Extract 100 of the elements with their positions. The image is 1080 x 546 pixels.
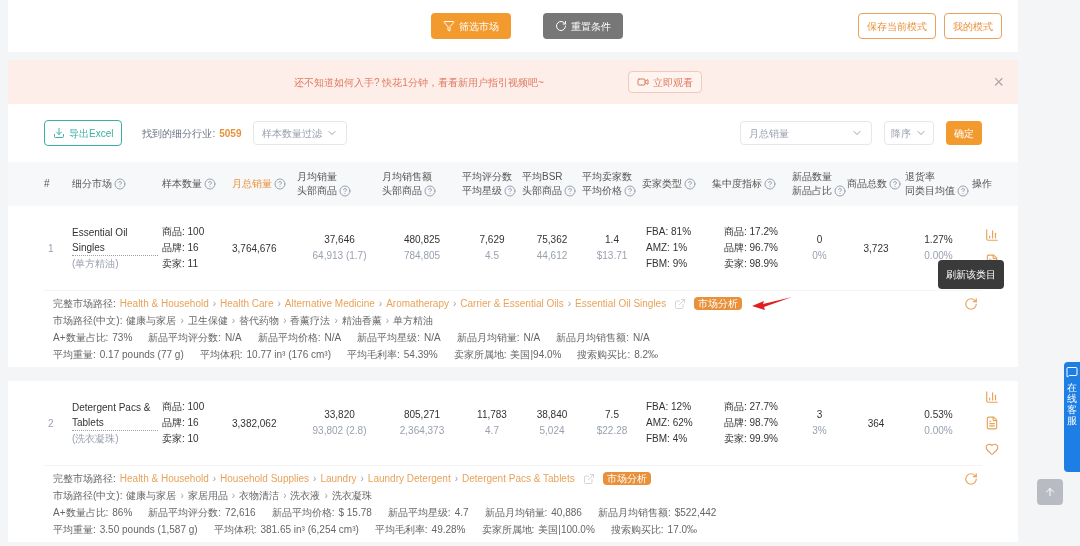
breadcrumb-link[interactable]: Health & Household bbox=[119, 470, 209, 487]
concentration-value: 商品: 17.2% bbox=[724, 225, 779, 239]
market-name-cn: (单方精油) bbox=[72, 257, 120, 271]
stat-value: N/A bbox=[424, 331, 441, 345]
metric-value: 37,646 bbox=[324, 233, 355, 247]
sort-order-select[interactable]: 降序 bbox=[884, 121, 934, 145]
sample-count: 商品: 100 bbox=[162, 225, 206, 239]
return-rate: 0.53% bbox=[924, 408, 953, 422]
refresh-icon[interactable] bbox=[964, 471, 978, 486]
column-header: 操作 bbox=[972, 177, 993, 191]
breadcrumb-link[interactable]: Carrier & Essential Oils bbox=[460, 295, 564, 312]
mode-button[interactable]: 保存当前模式 bbox=[858, 13, 936, 39]
filter-button[interactable]: 筛选市场 bbox=[431, 13, 511, 39]
market-name-cn: (洗衣凝珠) bbox=[72, 432, 120, 446]
breadcrumb-link[interactable]: Laundry bbox=[320, 470, 357, 487]
metric-subvalue: 784,805 bbox=[403, 249, 441, 263]
chart-icon[interactable] bbox=[985, 390, 999, 404]
market-name[interactable]: Essential Oil Singles bbox=[72, 225, 158, 256]
support-label: 在线客服 bbox=[1067, 382, 1077, 426]
breadcrumb-separator: › bbox=[231, 314, 236, 328]
breadcrumb-link[interactable]: Household Supplies bbox=[220, 470, 310, 487]
stat-label: 搜索购买比: bbox=[610, 523, 664, 537]
filter-button[interactable]: 重置条件 bbox=[543, 13, 623, 39]
breadcrumb-separator: › bbox=[277, 297, 281, 311]
concentration-value: 品牌: 96.7% bbox=[724, 241, 779, 255]
back-to-top-button[interactable] bbox=[1037, 479, 1063, 505]
breadcrumb-item: 香薰疗法 bbox=[290, 314, 331, 328]
stat-value: N/A bbox=[632, 331, 650, 345]
metric-value: 75,362 bbox=[536, 233, 568, 247]
path-label: 完整市场路径: bbox=[53, 297, 116, 311]
breadcrumb-link[interactable]: Aromatherapy bbox=[386, 295, 449, 312]
arrow-up-icon bbox=[1044, 486, 1056, 498]
external-link-icon[interactable] bbox=[582, 472, 595, 485]
breadcrumb-separator: › bbox=[283, 314, 287, 328]
breadcrumb-separator: › bbox=[180, 489, 184, 503]
breadcrumb-item: 衣物清洁 bbox=[239, 489, 280, 503]
heart-icon[interactable] bbox=[985, 442, 999, 456]
sample-count: 卖家: 11 bbox=[162, 257, 199, 271]
column-header: 月均销量 头部商品 bbox=[297, 170, 382, 198]
breadcrumb-item: 单方精油 bbox=[393, 314, 434, 328]
row-index: 2 bbox=[47, 416, 55, 431]
seller-type: FBM: 9% bbox=[646, 257, 689, 271]
stat-label: 新品月均销量: bbox=[456, 331, 520, 345]
breadcrumb-link[interactable]: Health Care bbox=[220, 295, 274, 312]
metric-subvalue: 93,802 (2.8) bbox=[312, 424, 367, 438]
refresh-icon[interactable] bbox=[964, 296, 978, 311]
breadcrumb-separator: › bbox=[313, 472, 317, 486]
breadcrumb-link[interactable]: Laundry Detergent bbox=[367, 470, 451, 487]
stat-value: 54.39% bbox=[403, 348, 438, 362]
market-analysis-badge[interactable]: 市场分析 bbox=[694, 297, 743, 310]
sort-field-select[interactable]: 月总销量 bbox=[740, 121, 872, 145]
concentration-value: 卖家: 98.9% bbox=[724, 257, 779, 271]
breadcrumb-separator: › bbox=[378, 297, 383, 311]
metric-value: 480,825 bbox=[403, 233, 441, 247]
stat-label: 新品平均评分数: bbox=[148, 506, 222, 520]
sample-count: 卖家: 10 bbox=[162, 432, 200, 446]
breadcrumb-link[interactable]: Health & Household bbox=[119, 295, 209, 312]
metric-subvalue: $22.28 bbox=[596, 424, 628, 438]
breadcrumb-link[interactable]: Alternative Medicine bbox=[284, 295, 375, 312]
column-header: 月均销售额 头部商品 bbox=[382, 170, 462, 198]
watch-button[interactable]: 立即观看 bbox=[627, 71, 702, 93]
breadcrumb-link[interactable]: Essential Oil Singles bbox=[575, 295, 667, 312]
stat-value: 4.7 bbox=[454, 506, 469, 520]
path-label: 完整市场路径: bbox=[53, 472, 116, 486]
close-button[interactable]: × bbox=[993, 73, 1004, 91]
new-count: 3 bbox=[816, 408, 823, 422]
document-icon[interactable] bbox=[985, 416, 999, 430]
export-button[interactable]: 导出Excel bbox=[44, 120, 123, 146]
market-analysis-badge[interactable]: 市场分析 bbox=[602, 472, 651, 485]
stat-label: 新品平均评分数: bbox=[148, 331, 222, 345]
breadcrumb-link[interactable]: Detergent Pacs & Tablets bbox=[462, 470, 575, 487]
filter-icon bbox=[443, 20, 455, 32]
breadcrumb-item: 精油香薰 bbox=[341, 314, 382, 328]
stat-label: 新品平均星级: bbox=[357, 331, 420, 345]
column-header: 退货率 同类目均值 bbox=[905, 170, 972, 198]
stat-value: 17.0‰ bbox=[667, 523, 698, 537]
stat-label: 卖家所属地: bbox=[481, 523, 535, 537]
chart-icon[interactable] bbox=[985, 228, 999, 242]
breadcrumb-separator: › bbox=[567, 297, 572, 311]
return-average: 0.00% bbox=[924, 424, 953, 438]
support-tab[interactable]: 在线客服 bbox=[1064, 362, 1080, 472]
stat-label: A+数量占比: bbox=[53, 331, 109, 345]
column-header: 月总销量 bbox=[232, 177, 297, 191]
concentration-value: 品牌: 98.7% bbox=[724, 416, 779, 430]
breadcrumb-separator: › bbox=[453, 297, 457, 311]
breadcrumb-separator: › bbox=[324, 489, 328, 503]
stat-value: 0.17 pounds (77 g) bbox=[99, 348, 184, 362]
metric-subvalue: 4.7 bbox=[485, 424, 499, 438]
sample-filter-select[interactable]: 样本数量过滤 bbox=[253, 121, 348, 145]
confirm-button[interactable]: 确定 bbox=[946, 121, 982, 145]
mode-button[interactable]: 我的模式 bbox=[944, 13, 1002, 39]
breadcrumb-item: 健康与家居 bbox=[126, 489, 177, 503]
breadcrumb-separator: › bbox=[360, 472, 364, 486]
market-name[interactable]: Detergent Pacs & Tablets bbox=[72, 400, 158, 431]
stat-label: 搜索购买比: bbox=[577, 348, 631, 362]
breadcrumb-separator: › bbox=[283, 489, 287, 503]
external-link-icon[interactable] bbox=[674, 297, 687, 310]
metric-value: 1.4 bbox=[605, 233, 619, 247]
metric-value: 38,840 bbox=[536, 408, 568, 422]
metric-subvalue: 4.5 bbox=[485, 249, 499, 263]
